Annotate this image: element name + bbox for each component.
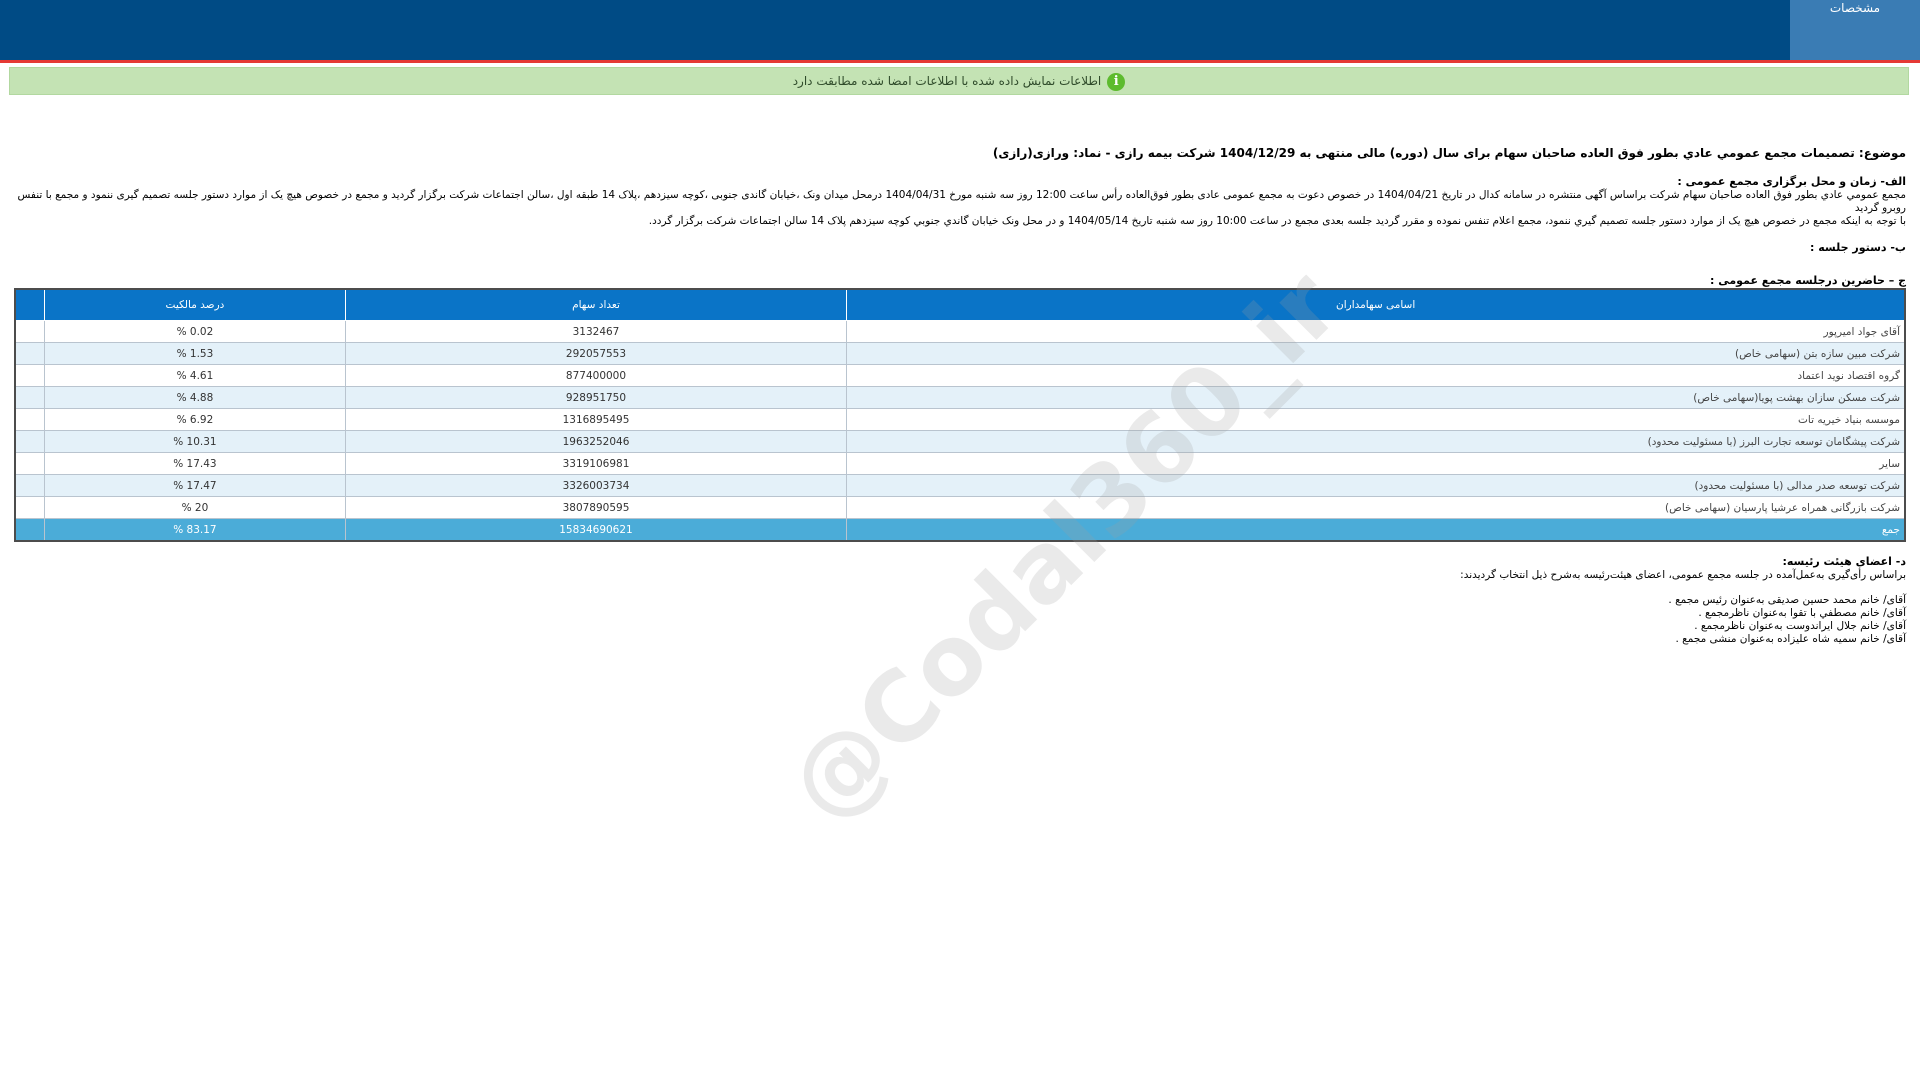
board-member: آقای/ خانم سمیه شاه علیزاده به‌عنوان منش… <box>1675 633 1906 645</box>
col-header-shares: تعداد سهام <box>344 288 848 321</box>
table-row: شرکت بازرگانی همراه عرشیا پارسیان (سهامی… <box>14 496 1906 519</box>
cell-percent: 4.61 % <box>44 364 346 387</box>
cell-percent: 0.02 % <box>44 320 346 343</box>
cell-shares: 3319106981 <box>344 452 848 475</box>
cell-name: شرکت بازرگانی همراه عرشیا پارسیان (سهامی… <box>846 496 1906 519</box>
cell-blank <box>14 342 46 365</box>
cell-shares: 1316895495 <box>344 408 848 431</box>
cell-blank <box>14 496 46 519</box>
cell-percent: 4.88 % <box>44 386 346 409</box>
cell-shares: 3807890595 <box>344 496 848 519</box>
section-d-intro: براساس رأی‌گیری به‌عمل‌آمده در جلسه مجمع… <box>1460 569 1906 581</box>
section-a-text-1: مجمع عمومي عادي بطور فوق العاده صاحبان س… <box>17 189 1907 214</box>
section-b-title: ب- دستور جلسه : <box>1810 241 1906 254</box>
cell-total-label: جمع <box>846 518 1906 542</box>
tab-specifications[interactable]: مشخصات <box>1790 0 1920 60</box>
board-member: آقای/ خانم مصطفي با تقوا به‌عنوان ناظرمج… <box>1698 607 1906 619</box>
cell-percent: 17.47 % <box>44 474 346 497</box>
notice-text: اطلاعات نمایش داده شده با اطلاعات امضا ش… <box>792 74 1102 88</box>
cell-percent: 10.31 % <box>44 430 346 453</box>
cell-name: سایر <box>846 452 1906 475</box>
top-header-bar: مشخصات <box>0 0 1920 63</box>
cell-blank <box>14 386 46 409</box>
board-member: آقای/ خانم محمد حسین صدیقی به‌عنوان رئیس… <box>1668 594 1906 606</box>
table-row: سایر 3319106981 17.43 % <box>14 452 1906 475</box>
cell-blank <box>14 474 46 497</box>
cell-percent: 17.43 % <box>44 452 346 475</box>
col-header-blank <box>14 288 46 321</box>
table-row: شرکت توسعه صدر مدالی (با مسئولیت محدود) … <box>14 474 1906 497</box>
cell-shares: 928951750 <box>344 386 848 409</box>
cell-blank <box>14 430 46 453</box>
cell-shares: 3326003734 <box>344 474 848 497</box>
cell-name: شرکت توسعه صدر مدالی (با مسئولیت محدود) <box>846 474 1906 497</box>
cell-percent: 6.92 % <box>44 408 346 431</box>
table-row: گروه اقتصاد نوید اعتماد 877400000 4.61 % <box>14 364 1906 387</box>
report-body: موضوع: تصمیمات مجمع عمومي عادي بطور فوق … <box>14 144 1906 646</box>
board-member: آقای/ خانم جلال ایراندوست به‌عنوان ناظرم… <box>1694 620 1906 632</box>
cell-total-percent: 83.17 % <box>44 518 346 542</box>
section-a-title: الف- زمان و محل برگزاری مجمع عمومی : <box>1677 175 1906 188</box>
table-row: شرکت مسکن سازان بهشت پویا(سهامی خاص) 928… <box>14 386 1906 409</box>
cell-total-shares: 15834690621 <box>344 518 848 542</box>
col-header-percent: درصد مالکیت <box>44 288 346 321</box>
cell-name: موسسه بنیاد خیریه تات <box>846 408 1906 431</box>
table-total-row: جمع 15834690621 83.17 % <box>14 518 1906 542</box>
cell-blank <box>14 518 46 542</box>
cell-name: شرکت مبین سازه بتن (سهامی خاص) <box>846 342 1906 365</box>
cell-shares: 1963252046 <box>344 430 848 453</box>
cell-name: آقای جواد امیرپور <box>846 320 1906 343</box>
cell-blank <box>14 320 46 343</box>
table-row: شرکت مبین سازه بتن (سهامی خاص) 292057553… <box>14 342 1906 365</box>
cell-name: گروه اقتصاد نوید اعتماد <box>846 364 1906 387</box>
cell-name: شرکت مسکن سازان بهشت پویا(سهامی خاص) <box>846 386 1906 409</box>
cell-percent: 1.53 % <box>44 342 346 365</box>
table-row: موسسه بنیاد خیریه تات 1316895495 6.92 % <box>14 408 1906 431</box>
table-row: آقای جواد امیرپور 3132467 0.02 % <box>14 320 1906 343</box>
info-icon: i <box>1107 72 1126 91</box>
cell-shares: 877400000 <box>344 364 848 387</box>
cell-percent: 20 % <box>44 496 346 519</box>
cell-blank <box>14 364 46 387</box>
cell-blank <box>14 452 46 475</box>
col-header-name: اسامی سهامداران <box>846 288 1906 321</box>
cell-name: شرکت پیشگامان توسعه تجارت البرز (با مسئو… <box>846 430 1906 453</box>
cell-shares: 3132467 <box>344 320 848 343</box>
cell-blank <box>14 408 46 431</box>
report-subject: موضوع: تصمیمات مجمع عمومي عادي بطور فوق … <box>992 146 1906 160</box>
table-row: شرکت پیشگامان توسعه تجارت البرز (با مسئو… <box>14 430 1906 453</box>
verification-notice: i اطلاعات نمایش داده شده با اطلاعات امضا … <box>9 67 1909 95</box>
section-c-title: ج – حاضرین درجلسه مجمع عمومی : <box>1710 274 1906 287</box>
table-header-row: اسامی سهامداران تعداد سهام درصد مالکیت <box>14 288 1906 321</box>
section-a-text-2: با توجه به اینکه مجمع در خصوص هیچ یک از … <box>648 215 1906 227</box>
shareholders-table: اسامی سهامداران تعداد سهام درصد مالکیت آ… <box>14 288 1906 542</box>
cell-shares: 292057553 <box>344 342 848 365</box>
section-d-title: د- اعضای هیئت رئیسه: <box>1782 555 1906 568</box>
